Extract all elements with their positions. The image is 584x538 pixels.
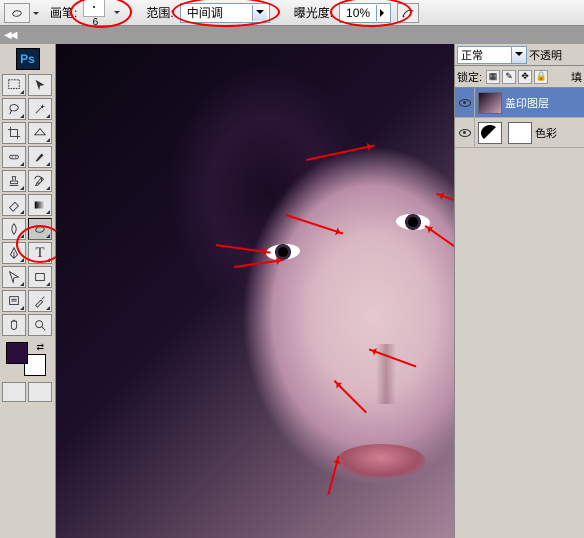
blur-tool[interactable] [2,218,26,240]
exposure-label: 曝光度: [294,4,333,21]
layer-visibility-toggle[interactable] [455,88,475,117]
foreground-color-swatch[interactable] [6,342,28,364]
eraser-tool[interactable] [2,194,26,216]
marquee-tool[interactable] [2,74,26,96]
color-swatches[interactable]: ⇄ [6,342,46,376]
burn-tool[interactable] [28,218,52,240]
adjustment-layer-thumbnail[interactable] [478,122,502,144]
range-select[interactable]: 中间调 [180,3,270,23]
lock-pixels-icon[interactable]: ✎ [502,70,516,84]
lock-all-icon[interactable]: 🔒 [534,70,548,84]
tool-grid: T [2,74,53,336]
range-label: 范围: [146,4,173,21]
notes-icon [7,294,21,308]
type-tool[interactable]: T [28,242,52,264]
range-select-arrow[interactable] [252,5,267,21]
lasso-icon [7,102,21,116]
layer-name: 色彩 [535,125,557,141]
eraser-icon [7,198,21,212]
blend-mode-row: 正常 不透明 [455,44,584,66]
panel-collapse-strip[interactable]: ◀◀ [0,26,584,44]
stamp-tool[interactable] [2,170,26,192]
wand-icon [33,102,47,116]
zoom-tool[interactable] [28,314,52,336]
exposure-flyout-arrow[interactable] [376,5,390,21]
layer-row[interactable]: 色彩 [455,118,584,148]
eyedropper-icon [33,294,47,308]
layer-thumbnail[interactable] [478,92,502,114]
heal-tool[interactable] [2,146,26,168]
notes-tool[interactable] [2,290,26,312]
photo-lips [336,444,426,478]
type-icon: T [35,245,44,262]
eye-icon [459,99,471,107]
brush-size-preview[interactable] [83,0,105,17]
layer-name: 盖印图层 [505,95,549,111]
airbrush-toggle[interactable] [397,3,419,23]
blend-mode-arrow[interactable] [511,47,526,63]
lasso-tool[interactable] [2,98,26,120]
screen-mode-toggle[interactable] [28,382,52,402]
move-icon [33,78,47,92]
blur-icon [7,222,21,236]
blend-mode-value: 正常 [458,47,511,63]
lock-icons: ▦ ✎ ✥ 🔒 [486,70,548,84]
history-brush-tool[interactable] [28,170,52,192]
tool-preset-picker[interactable] [4,3,30,23]
move-tool[interactable] [28,74,52,96]
burn-icon [33,222,47,236]
blend-mode-select[interactable]: 正常 [457,46,527,64]
hand-icon [7,318,21,332]
marquee-icon [7,78,21,92]
crop-tool[interactable] [2,122,26,144]
slice-icon [33,126,47,140]
ps-logo: Ps [16,48,40,70]
lock-transparency-icon[interactable]: ▦ [486,70,500,84]
lock-row: 锁定: ▦ ✎ ✥ 🔒 填 [455,66,584,88]
crop-icon [7,126,21,140]
zoom-icon [33,318,47,332]
history-brush-icon [33,174,47,188]
brush-size-value: 6 [93,17,99,28]
shape-tool[interactable] [28,266,52,288]
pen-tool[interactable] [2,242,26,264]
airbrush-icon [401,6,415,20]
layers-panel: 正常 不透明 锁定: ▦ ✎ ✥ 🔒 填 盖印图层 色彩 [454,44,584,538]
range-value: 中间调 [183,4,252,21]
shape-icon [33,270,47,284]
brush-label: 画笔: [50,4,77,21]
path-select-tool[interactable] [2,266,26,288]
burn-tool-icon [10,6,24,20]
hand-tool[interactable] [2,314,26,336]
screen-mode-buttons [2,382,53,402]
brush-dropdown-arrow[interactable] [111,5,122,21]
swap-colors-icon[interactable]: ⇄ [36,342,44,353]
stamp-icon [7,174,21,188]
options-bar: 画笔: 6 范围: 中间调 曝光度: 10% [0,0,584,26]
fill-label: 填 [571,69,582,85]
gradient-icon [33,198,47,212]
eyedropper-tool[interactable] [28,290,52,312]
layer-visibility-toggle[interactable] [455,118,475,147]
eye-icon [459,129,471,137]
heal-icon [7,150,21,164]
lock-position-icon[interactable]: ✥ [518,70,532,84]
wand-tool[interactable] [28,98,52,120]
collapse-arrow-icon: ◀◀ [4,30,15,41]
exposure-input[interactable]: 10% [339,3,391,23]
layer-mask-thumbnail[interactable] [508,122,532,144]
pen-icon [7,246,21,260]
quickmask-toggle[interactable] [2,382,26,402]
brush-tool[interactable] [28,146,52,168]
opacity-label: 不透明 [529,47,562,63]
lock-label: 锁定: [457,69,482,85]
path-select-icon [7,270,21,284]
exposure-value: 10% [340,6,376,20]
brush-icon [33,150,47,164]
tools-panel: Ps T ⇄ [0,44,56,538]
gradient-tool[interactable] [28,194,52,216]
slice-tool[interactable] [28,122,52,144]
layer-row[interactable]: 盖印图层 [455,88,584,118]
